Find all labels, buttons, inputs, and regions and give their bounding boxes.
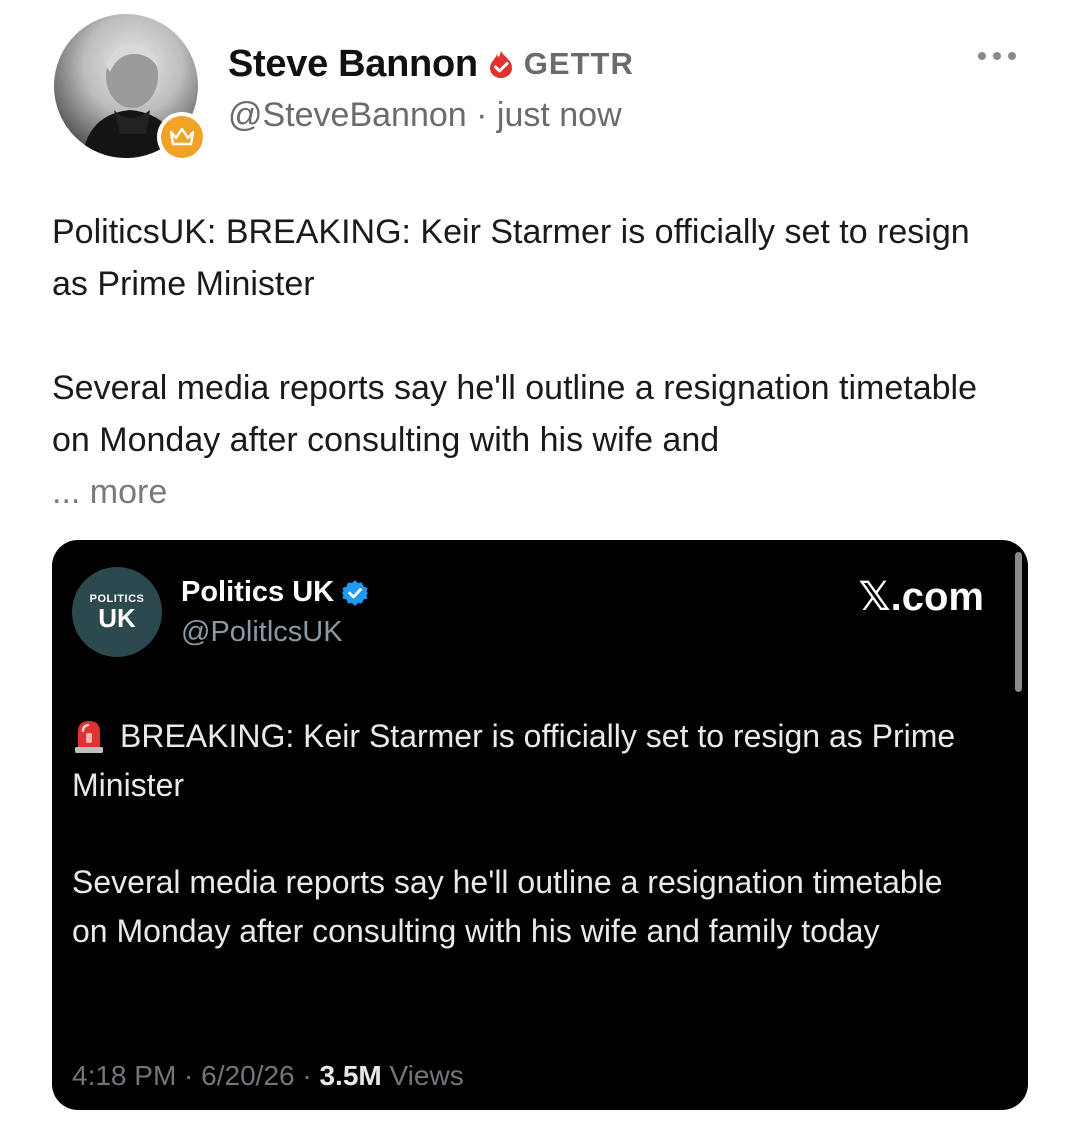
platform-label: GETTR [523, 46, 634, 81]
embed-time[interactable]: 4:18 PM [72, 1060, 176, 1091]
crown-badge [157, 112, 207, 162]
embed-meta: 4:18 PM · 6/20/26 · 3.5M Views [72, 1060, 464, 1092]
embed-text-line2: Several media reports say he'll outline … [72, 864, 943, 949]
embed-avatar[interactable]: POLITICS UK [72, 567, 162, 657]
embed-sep1: · [176, 1060, 202, 1091]
embed-avatar-text-big: UK [98, 603, 136, 633]
scrollbar[interactable] [1015, 552, 1022, 692]
embed-views-count: 3.5M [319, 1060, 382, 1091]
siren-icon [75, 720, 103, 753]
blue-check-icon [342, 579, 369, 606]
post-text-line1: PoliticsUK: BREAKING: Keir Starmer is of… [52, 213, 970, 303]
embed-name-row: Politics UK [181, 576, 369, 609]
more-link[interactable]: more [90, 473, 167, 511]
author-handle-row: @SteveBannon · just now [228, 96, 622, 135]
crown-icon [169, 127, 195, 146]
embed-date[interactable]: 6/20/26 [201, 1060, 294, 1091]
embed-text-line1-text: BREAKING: Keir Starmer is officially set… [72, 718, 956, 803]
embed-author-handle[interactable]: @PolitlcsUK [181, 616, 343, 649]
post-time: just now [496, 96, 622, 134]
flame-verified-icon [489, 51, 512, 78]
more-dots-icon[interactable] [978, 52, 1016, 60]
embed-author-name[interactable]: Politics UK [181, 576, 334, 609]
ellipsis: ... [52, 473, 90, 511]
embed-sep2: · [294, 1060, 320, 1091]
author-name[interactable]: Steve Bannon [228, 43, 478, 86]
embedded-post-card[interactable]: POLITICS UK Politics UK @PolitlcsUK 𝕏.co… [52, 540, 1028, 1110]
author-handle[interactable]: @SteveBannon [228, 96, 467, 134]
embed-body: BREAKING: Keir Starmer is officially set… [72, 712, 972, 956]
embed-views-label: Views [381, 1060, 464, 1091]
post-body: PoliticsUK: BREAKING: Keir Starmer is of… [52, 206, 1012, 518]
x-com-link[interactable]: 𝕏.com [858, 574, 984, 620]
separator: · [466, 96, 497, 134]
post-text-line2: Several media reports say he'll outline … [52, 369, 977, 459]
author-name-row: Steve Bannon GETTR [228, 38, 634, 90]
embed-text-line1: BREAKING: Keir Starmer is officially set… [72, 712, 972, 810]
post-more-row: ... more [52, 466, 1012, 518]
